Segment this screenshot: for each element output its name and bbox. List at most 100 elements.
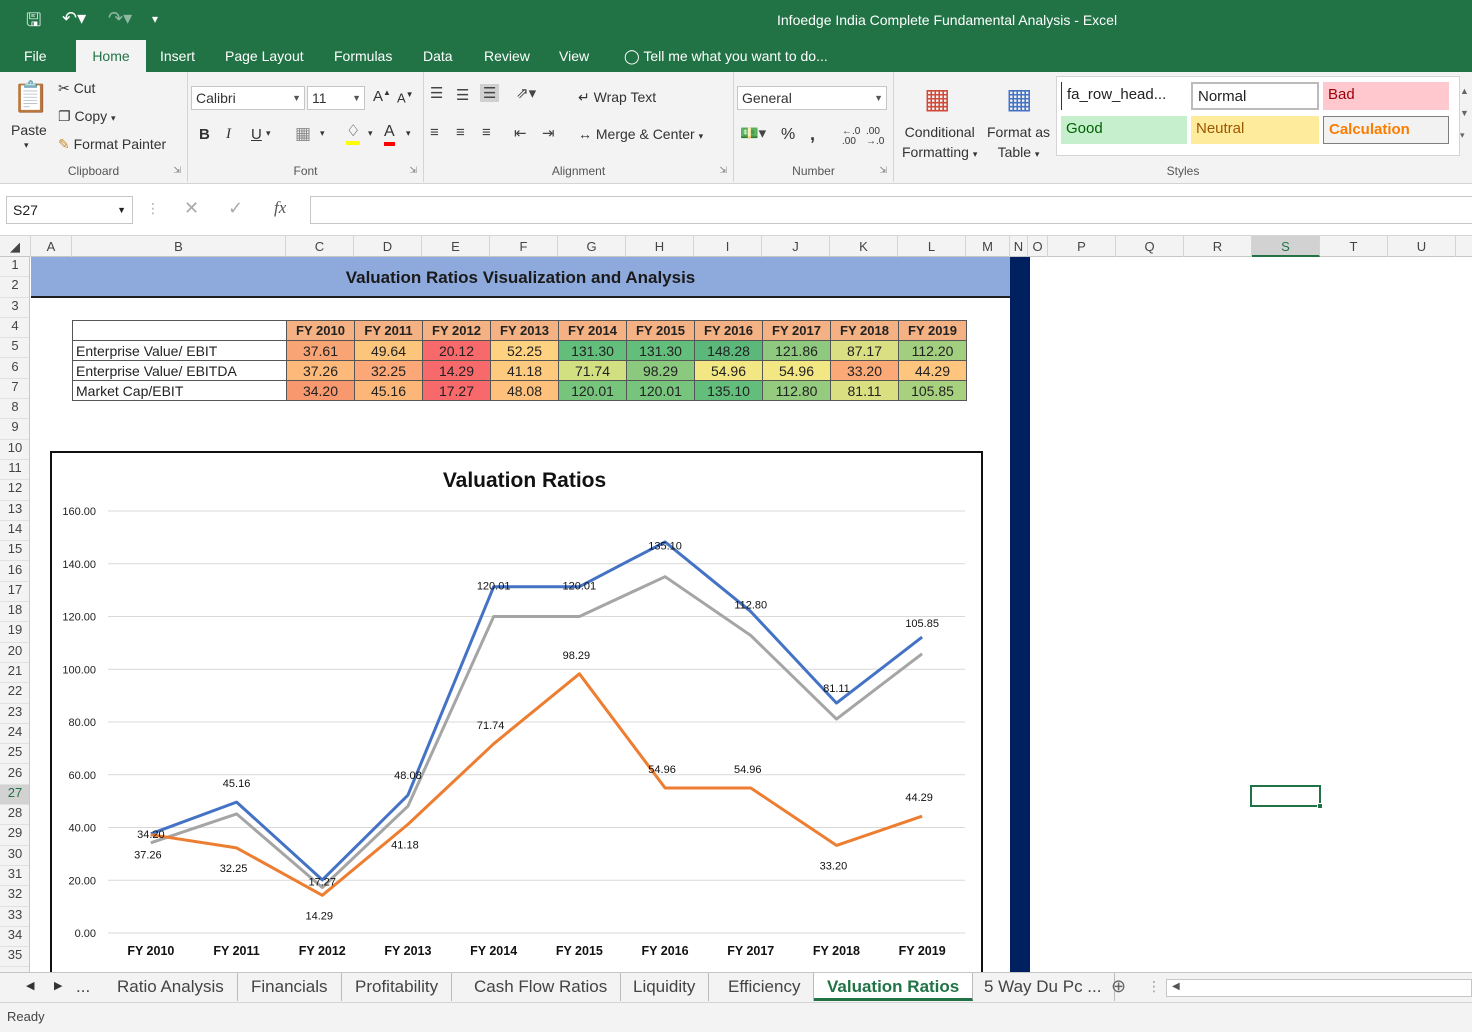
ratio-value-cell[interactable]: 135.10 bbox=[694, 380, 763, 401]
row-header[interactable]: 30 bbox=[0, 846, 29, 866]
row-header[interactable]: 22 bbox=[0, 683, 29, 704]
row-header[interactable]: 34 bbox=[0, 927, 29, 948]
column-header[interactable]: A bbox=[31, 236, 72, 257]
align-top-icon[interactable]: ☰ bbox=[430, 84, 443, 102]
save-icon[interactable]: 🖫 bbox=[26, 8, 41, 38]
ratio-value-cell[interactable]: 48.08 bbox=[490, 380, 559, 401]
align-bottom-icon[interactable]: ☰ bbox=[480, 84, 500, 102]
row-header[interactable]: 15 bbox=[0, 541, 29, 562]
scroll-left-icon[interactable]: ◀ bbox=[26, 979, 34, 992]
row-header[interactable]: 32 bbox=[0, 886, 29, 907]
row-header[interactable]: 21 bbox=[0, 663, 29, 684]
ratio-value-cell[interactable]: 44.29 bbox=[898, 360, 967, 381]
year-header-cell[interactable]: FY 2012 bbox=[422, 320, 491, 341]
row-header[interactable]: 12 bbox=[0, 480, 29, 501]
name-box[interactable]: S27 ▼ bbox=[6, 196, 133, 224]
row-header[interactable]: 28 bbox=[0, 805, 29, 826]
column-header[interactable]: B bbox=[72, 236, 286, 257]
alignment-launcher-icon[interactable]: ⇲ bbox=[719, 165, 727, 176]
paste-button[interactable]: Paste bbox=[11, 122, 47, 138]
row-header[interactable]: 23 bbox=[0, 704, 29, 724]
row-header[interactable]: 25 bbox=[0, 744, 29, 765]
ratio-value-cell[interactable]: 45.16 bbox=[354, 380, 423, 401]
ratio-value-cell[interactable]: 112.20 bbox=[898, 340, 967, 361]
row-header[interactable]: 24 bbox=[0, 724, 29, 745]
sheet-tab[interactable]: Financials bbox=[238, 973, 342, 1001]
ratio-value-cell[interactable]: 131.30 bbox=[558, 340, 627, 361]
gallery-scroll-icon[interactable]: ▲ ▼ ▾ bbox=[1460, 80, 1469, 146]
format-as-table-button[interactable]: Format as Table ▾ bbox=[987, 122, 1050, 164]
year-header-cell[interactable]: FY 2014 bbox=[558, 320, 627, 341]
wrap-text-button[interactable]: ↵ Wrap Text bbox=[578, 89, 656, 106]
year-header-cell[interactable]: FY 2016 bbox=[694, 320, 763, 341]
redo-icon[interactable]: ↷▾ bbox=[108, 8, 132, 29]
ratio-value-cell[interactable]: 17.27 bbox=[422, 380, 491, 401]
ratio-value-cell[interactable]: 120.01 bbox=[558, 380, 627, 401]
column-header[interactable]: D bbox=[354, 236, 422, 257]
fill-handle[interactable] bbox=[1317, 803, 1323, 809]
ratio-value-cell[interactable]: 37.26 bbox=[286, 360, 355, 381]
paste-icon[interactable]: 📋 bbox=[12, 80, 49, 115]
orientation-icon[interactable]: ⇗▾ bbox=[516, 84, 536, 102]
ratio-value-cell[interactable]: 71.74 bbox=[558, 360, 627, 381]
ratio-value-cell[interactable]: 49.64 bbox=[354, 340, 423, 361]
sheet-tab[interactable]: Profitability bbox=[342, 973, 453, 1001]
grow-font-button[interactable]: A▲ bbox=[373, 88, 391, 105]
tab-data[interactable]: Data bbox=[411, 40, 465, 72]
tab-review[interactable]: Review bbox=[472, 40, 542, 72]
italic-button[interactable]: I bbox=[226, 126, 231, 143]
underline-dropdown-icon[interactable]: ▾ bbox=[266, 128, 271, 139]
row-header[interactable]: 16 bbox=[0, 562, 29, 582]
select-all-corner[interactable]: ◢ bbox=[0, 236, 31, 257]
column-header[interactable]: O bbox=[1028, 236, 1048, 257]
column-header[interactable]: I bbox=[694, 236, 762, 257]
percent-style-button[interactable]: % bbox=[781, 126, 795, 144]
row-header[interactable]: 26 bbox=[0, 765, 29, 785]
ratio-value-cell[interactable]: 120.01 bbox=[626, 380, 695, 401]
column-header[interactable]: P bbox=[1048, 236, 1116, 257]
column-header[interactable]: M bbox=[966, 236, 1010, 257]
table-corner-cell[interactable] bbox=[72, 320, 287, 341]
insert-function-button[interactable]: fx bbox=[274, 198, 286, 218]
tab-formulas[interactable]: Formulas bbox=[322, 40, 404, 72]
row-header[interactable]: 27 bbox=[0, 784, 29, 806]
comma-style-button[interactable]: , bbox=[810, 124, 815, 145]
bold-button[interactable]: B bbox=[199, 126, 210, 143]
row-header[interactable]: 18 bbox=[0, 602, 29, 623]
enter-icon[interactable]: ✓ bbox=[228, 198, 243, 219]
ratio-value-cell[interactable]: 54.96 bbox=[762, 360, 831, 381]
ratio-label-cell[interactable]: Market Cap/EBIT bbox=[72, 380, 287, 401]
cut-button[interactable]: ✂ Cut bbox=[58, 80, 95, 97]
horizontal-scrollbar[interactable]: ◀ bbox=[1166, 979, 1472, 997]
column-header[interactable]: N bbox=[1010, 236, 1028, 257]
row-header[interactable]: 19 bbox=[0, 622, 29, 643]
column-header-selected[interactable]: S bbox=[1252, 236, 1320, 257]
column-header[interactable]: R bbox=[1184, 236, 1252, 257]
underline-button[interactable]: U bbox=[251, 126, 262, 143]
ratio-value-cell[interactable]: 87.17 bbox=[830, 340, 899, 361]
style-good[interactable]: Good bbox=[1061, 116, 1187, 144]
column-header[interactable]: U bbox=[1388, 236, 1456, 257]
style-calculation[interactable]: Calculation bbox=[1323, 116, 1449, 144]
customize-toolbar-icon[interactable]: ▾ bbox=[152, 12, 158, 26]
row-header[interactable]: 7 bbox=[0, 379, 29, 400]
row-header[interactable]: 13 bbox=[0, 501, 29, 521]
accounting-format-icon[interactable]: 💵▾ bbox=[740, 124, 766, 142]
row-header[interactable]: 4 bbox=[0, 318, 29, 339]
row-header[interactable]: 20 bbox=[0, 643, 29, 663]
font-name-select[interactable]: Calibri ▼ bbox=[191, 86, 305, 110]
ratio-value-cell[interactable]: 98.29 bbox=[626, 360, 695, 381]
ratio-value-cell[interactable]: 32.25 bbox=[354, 360, 423, 381]
tab-file[interactable]: File bbox=[12, 40, 59, 72]
valuation-ratios-chart[interactable]: Valuation Ratios 0.00 20.00 40.00 60.00 80.00… bbox=[50, 451, 983, 972]
tab-page-layout[interactable]: Page Layout bbox=[213, 40, 316, 72]
column-header[interactable]: G bbox=[558, 236, 626, 257]
active-cell-selection[interactable] bbox=[1250, 785, 1323, 809]
clipboard-launcher-icon[interactable]: ⇲ bbox=[173, 165, 181, 176]
row-header[interactable]: 8 bbox=[0, 399, 29, 420]
font-launcher-icon[interactable]: ⇲ bbox=[409, 165, 417, 176]
number-launcher-icon[interactable]: ⇲ bbox=[879, 165, 887, 176]
column-header[interactable]: E bbox=[422, 236, 490, 257]
ratio-value-cell[interactable]: 33.20 bbox=[830, 360, 899, 381]
ratio-value-cell[interactable]: 14.29 bbox=[422, 360, 491, 381]
